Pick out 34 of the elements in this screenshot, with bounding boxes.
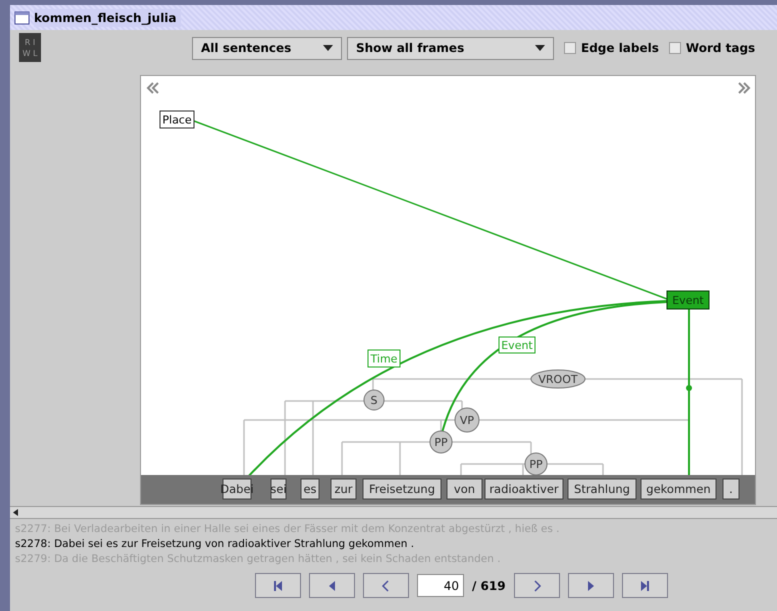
frame-node[interactable]: Event	[666, 290, 710, 310]
nav-button[interactable]	[309, 573, 355, 598]
syntax-node[interactable]: S	[364, 390, 384, 410]
checkbox-label: Word tags	[686, 40, 756, 57]
nav-button[interactable]	[514, 573, 560, 598]
badge-text: W L	[22, 48, 38, 58]
caret-icon	[323, 45, 333, 51]
frame-node[interactable]: Place	[160, 110, 194, 128]
sentence-line[interactable]: s2278: Dabei sei es zur Freisetzung von radioaktiver Strahlung gekommen .	[15, 538, 777, 551]
expand-right-icon[interactable]	[738, 82, 750, 94]
nav-button[interactable]	[622, 573, 668, 598]
horizontal-scrollbar[interactable]	[10, 506, 777, 519]
caret-icon	[535, 45, 545, 51]
syntax-node[interactable]: PP	[430, 430, 452, 454]
checkbox-label: Edge labels	[581, 40, 659, 57]
syntax-node[interactable]: PP	[524, 452, 548, 476]
view-badge[interactable]: R I W L	[19, 33, 41, 62]
checkbox[interactable]	[668, 42, 681, 54]
page-field[interactable]: 40	[417, 574, 464, 597]
sentence-dropdown[interactable]: All sentences	[192, 36, 342, 60]
window-title: kommen_fleisch_julia	[34, 8, 181, 26]
nav-button[interactable]	[255, 573, 301, 598]
page-total: / 619	[472, 578, 506, 594]
syntax-node[interactable]: VP	[454, 408, 480, 432]
syntax-node[interactable]: VROOT	[530, 370, 586, 388]
frame-dropdown[interactable]: Show all frames	[347, 36, 554, 60]
window-icon	[14, 10, 30, 24]
edge-joint	[686, 385, 692, 391]
first-page-icon	[271, 578, 285, 592]
nav-button[interactable]	[363, 573, 409, 598]
checkbox[interactable]	[564, 42, 576, 54]
collapse-left-icon[interactable]	[146, 82, 159, 94]
badge-text: R I	[24, 36, 36, 48]
nav-button[interactable]	[568, 573, 614, 598]
